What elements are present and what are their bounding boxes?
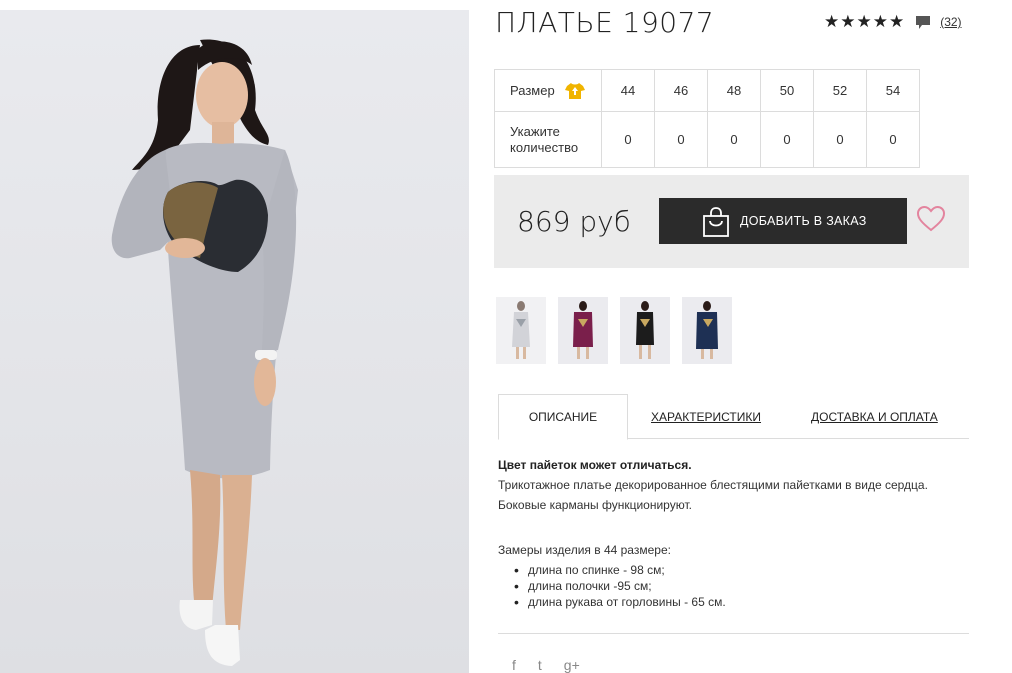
- quantity-input[interactable]: 0: [707, 111, 761, 168]
- main-product-photo[interactable]: [0, 10, 469, 673]
- quantity-input[interactable]: 0: [654, 111, 708, 168]
- size-chart-shirt-icon[interactable]: [564, 82, 585, 100]
- comment-icon[interactable]: [915, 15, 931, 29]
- divider: [498, 633, 969, 634]
- quantity-row: Укажите количество 0 0 0 0 0 0: [494, 111, 920, 168]
- size-option[interactable]: 46: [654, 69, 708, 112]
- tab-description[interactable]: ОПИСАНИЕ: [498, 394, 628, 440]
- size-option[interactable]: 48: [707, 69, 761, 112]
- measurement-item: длина по спинке - 98 см;: [498, 562, 968, 578]
- shopping-bag-icon: [703, 207, 729, 237]
- product-tabs: ОПИСАНИЕ ХАРАКТЕРИСТИКИ ДОСТАВКА И ОПЛАТ…: [498, 394, 969, 440]
- tab-characteristics[interactable]: ХАРАКТЕРИСТИКИ: [651, 394, 761, 439]
- add-to-order-button[interactable]: ДОБАВИТЬ В ЗАКАЗ: [659, 198, 907, 244]
- product-rating: ★★★★★ (32): [824, 12, 962, 32]
- description-note: Цвет пайеток может отличаться.: [498, 458, 692, 472]
- measurement-item: длина полочки -95 см;: [498, 578, 968, 594]
- measurement-item: длина рукава от горловины - 65 см.: [498, 594, 968, 610]
- size-option[interactable]: 54: [866, 69, 920, 112]
- price-box: 869 руб ДОБАВИТЬ В ЗАКАЗ: [494, 175, 969, 268]
- wishlist-heart-icon[interactable]: [917, 206, 945, 232]
- size-option[interactable]: 52: [813, 69, 867, 112]
- size-label: Размер: [510, 83, 555, 98]
- thumbnail-gray[interactable]: [496, 297, 546, 364]
- size-table: Размер 44 46 48 50 52 54 Укажите количес…: [494, 69, 920, 168]
- product-title: ПЛАТЬЕ 19077: [495, 6, 715, 39]
- thumbnail-navy[interactable]: [682, 297, 732, 364]
- size-option[interactable]: 50: [760, 69, 814, 112]
- rating-stars[interactable]: ★★★★★: [824, 12, 905, 32]
- description-panel: Цвет пайеток может отличаться. Трикотажн…: [498, 455, 968, 610]
- thumbnail-black[interactable]: [620, 297, 670, 364]
- add-to-order-label: ДОБАВИТЬ В ЗАКАЗ: [740, 214, 867, 228]
- twitter-icon[interactable]: t: [538, 657, 542, 673]
- tab-delivery-payment[interactable]: ДОСТАВКА И ОПЛАТА: [811, 394, 938, 439]
- quantity-input[interactable]: 0: [813, 111, 867, 168]
- quantity-input[interactable]: 0: [760, 111, 814, 168]
- facebook-icon[interactable]: f: [512, 657, 516, 673]
- quantity-input[interactable]: 0: [866, 111, 920, 168]
- thumbnail-burgundy[interactable]: [558, 297, 608, 364]
- size-option[interactable]: 44: [601, 69, 655, 112]
- measurements-list: длина по спинке - 98 см; длина полочки -…: [498, 562, 968, 610]
- google-plus-icon[interactable]: g+: [564, 657, 580, 673]
- thumbnail-gallery: [496, 297, 732, 364]
- measurements-title: Замеры изделия в 44 размере:: [498, 543, 671, 557]
- review-count-link[interactable]: (32): [940, 15, 961, 29]
- quantity-input[interactable]: 0: [601, 111, 655, 168]
- description-text: Трикотажное платье декорированное блестя…: [498, 478, 928, 512]
- size-label-cell: Размер: [494, 69, 602, 112]
- quantity-label: Укажите количество: [494, 111, 602, 168]
- size-row: Размер 44 46 48 50 52 54: [494, 69, 920, 112]
- price: 869 руб: [517, 205, 631, 238]
- social-share: f t g+: [512, 657, 580, 673]
